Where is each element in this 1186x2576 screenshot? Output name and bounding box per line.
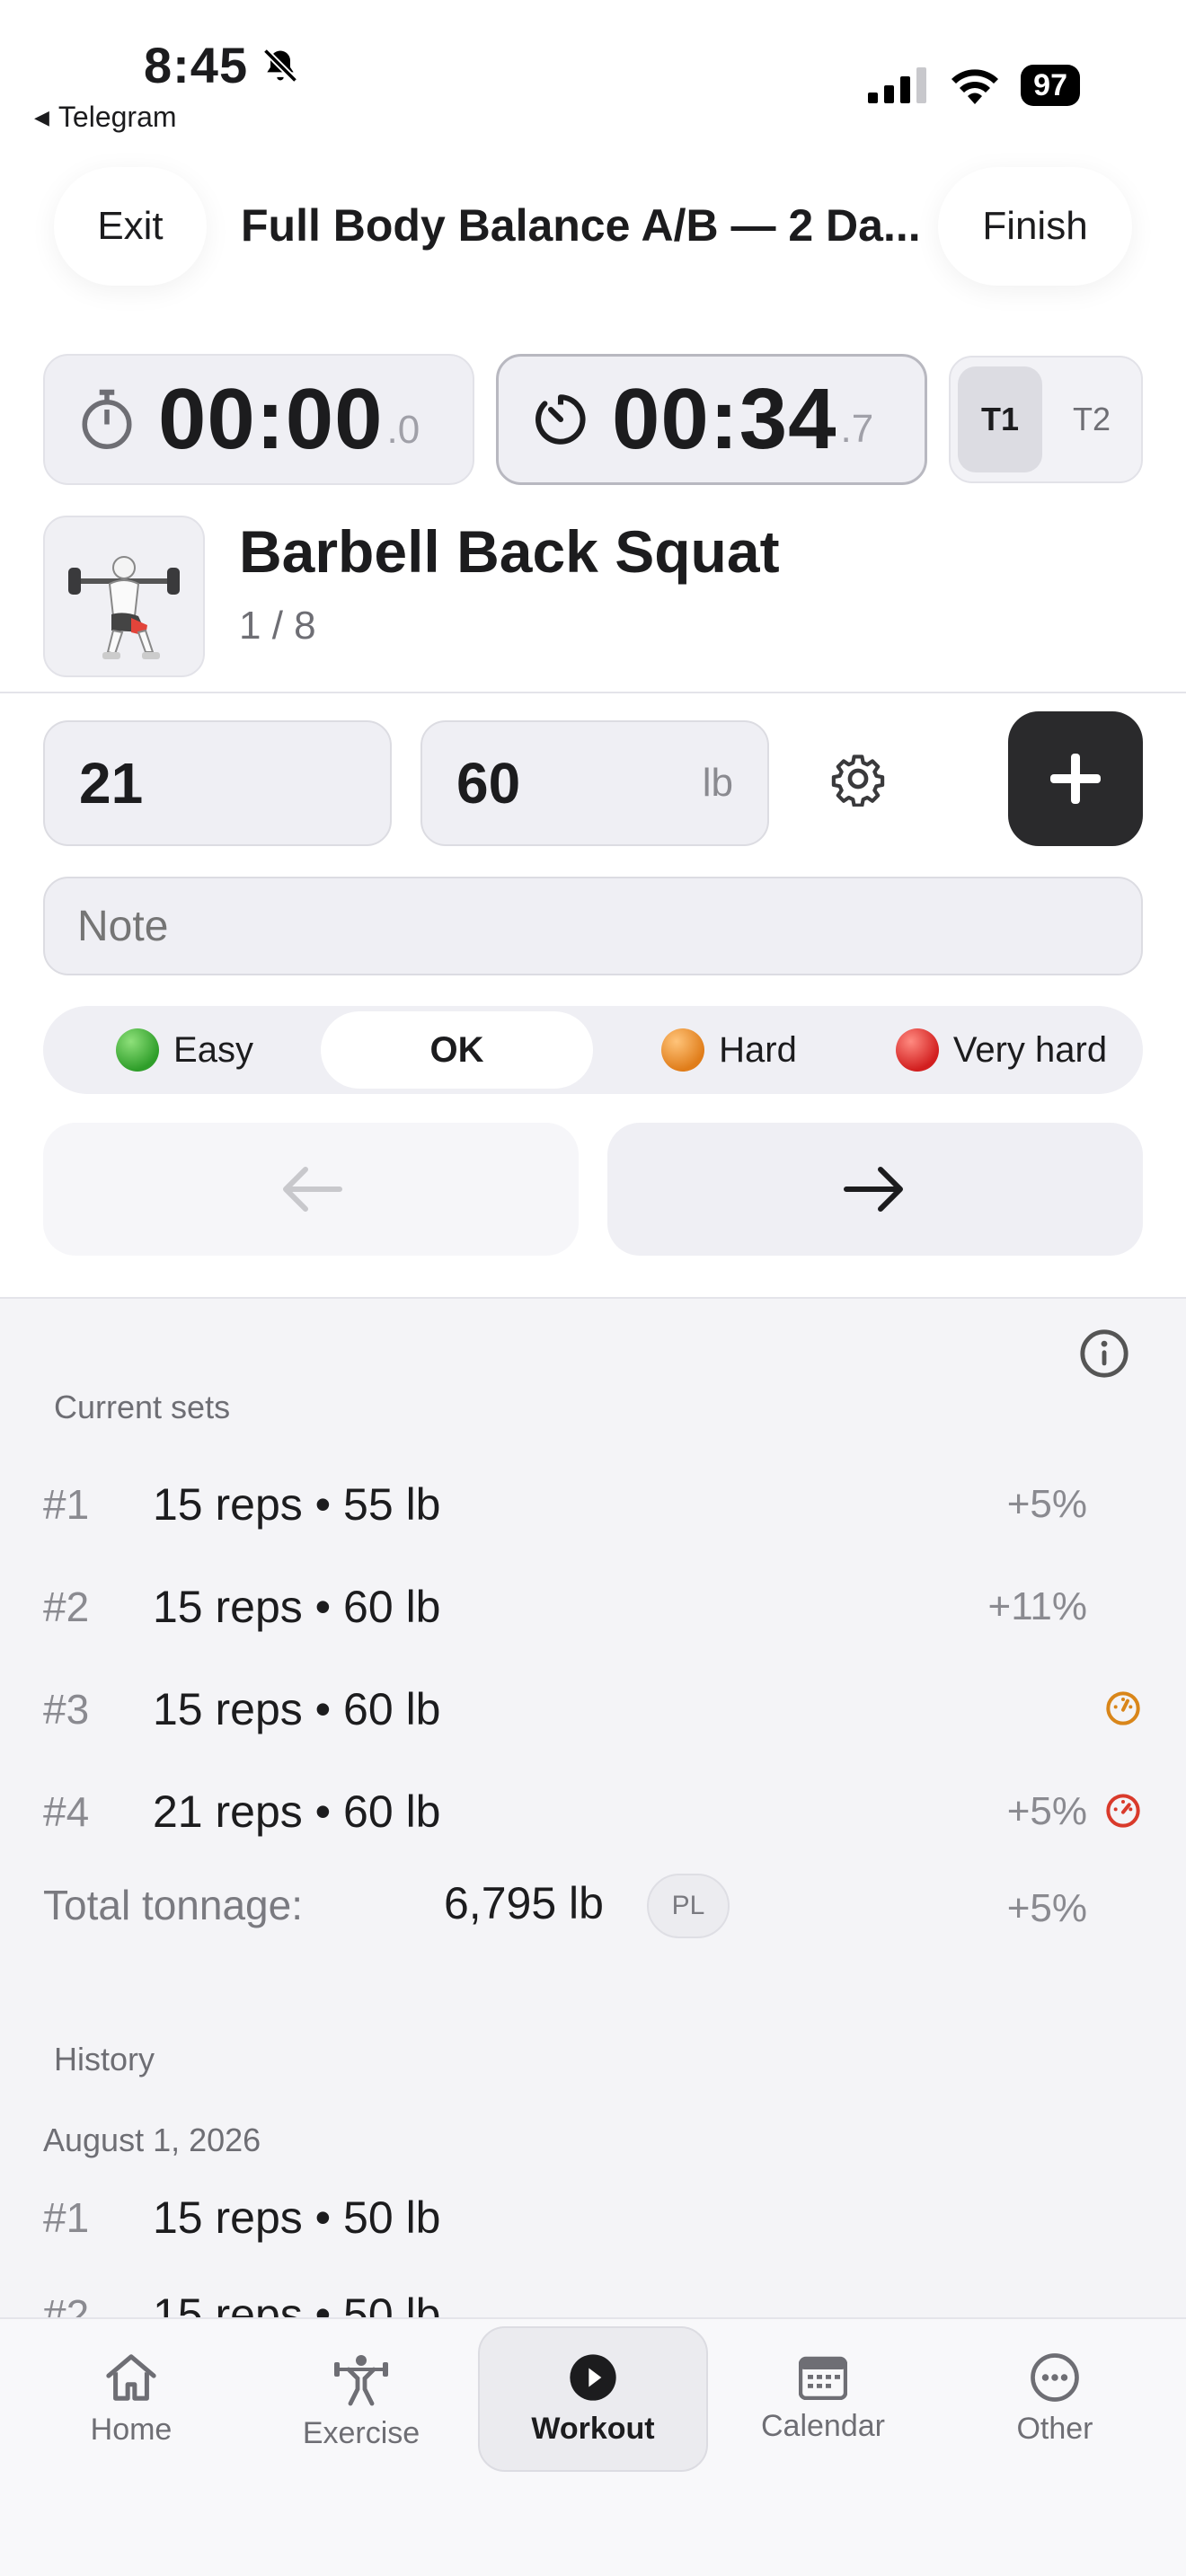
set-percent: +5% <box>1006 1789 1087 1833</box>
rest-timer-value: 00:34 <box>612 371 837 467</box>
difficulty-very-hard[interactable]: Very hard <box>865 1011 1137 1089</box>
info-icon[interactable] <box>1078 1328 1130 1380</box>
tab-other-label: Other <box>1016 2411 1093 2446</box>
exercise-progress: 1 / 8 <box>239 604 316 648</box>
weight-input[interactable]: 60 lb <box>420 720 769 846</box>
add-set-button[interactable] <box>1008 711 1143 846</box>
bell-muted-icon <box>263 48 298 83</box>
difficulty-selector: Easy OK Hard Very hard <box>43 1006 1143 1094</box>
gauge-very-hard-icon <box>1106 1794 1140 1828</box>
difficulty-easy[interactable]: Easy <box>49 1011 321 1089</box>
segment-t2[interactable]: T2 <box>1049 366 1134 472</box>
note-input[interactable] <box>43 877 1143 975</box>
plus-icon <box>1050 754 1101 804</box>
back-app-label: Telegram <box>58 101 177 133</box>
difficulty-ok-label: OK <box>429 1029 484 1070</box>
exercise-name[interactable]: Barbell Back Squat <box>239 517 780 586</box>
wifi-icon <box>951 69 999 104</box>
set-number: #2 <box>43 1584 90 1630</box>
set-number: #3 <box>43 1686 90 1733</box>
set-text: 15 reps • 55 lb <box>153 1479 441 1530</box>
home-icon <box>106 2353 156 2401</box>
set-number: #1 <box>43 1481 90 1528</box>
tab-calendar[interactable]: Calendar <box>708 2326 938 2472</box>
current-sets-label: Current sets <box>54 1389 231 1425</box>
reps-input[interactable]: 21 <box>43 720 392 846</box>
status-time: 8:45 <box>144 36 300 94</box>
back-to-app[interactable]: ◀ Telegram <box>34 101 177 134</box>
tab-exercise-label: Exercise <box>302 2415 420 2450</box>
squat-figure-icon <box>68 556 180 659</box>
reps-value: 21 <box>79 751 144 816</box>
tab-other[interactable]: Other <box>940 2326 1170 2472</box>
difficulty-easy-label: Easy <box>173 1029 253 1070</box>
set-percent: +5% <box>1006 1482 1087 1526</box>
total-tonnage-label: Total tonnage: <box>43 1882 304 1928</box>
tab-calendar-label: Calendar <box>761 2408 885 2443</box>
set-text: 15 reps • 60 lb <box>153 1684 441 1734</box>
tab-workout[interactable]: Workout <box>478 2326 708 2472</box>
difficulty-ok[interactable]: OK <box>321 1011 593 1089</box>
history-set-number: #1 <box>43 2194 90 2241</box>
battery-level: 97 <box>1033 67 1067 102</box>
set-number: #4 <box>43 1788 90 1835</box>
difficulty-hard[interactable]: Hard <box>593 1011 865 1089</box>
red-dot-icon <box>895 1028 939 1072</box>
divider <box>0 1297 1186 1299</box>
exercise-thumbnail[interactable] <box>43 516 205 677</box>
next-set-button[interactable] <box>607 1123 1143 1256</box>
divider <box>0 692 1186 693</box>
weight-value: 60 <box>456 751 521 816</box>
stopwatch-timer[interactable]: 00:00 .0 <box>43 354 474 485</box>
finish-label: Finish <box>982 204 1088 248</box>
gear-icon[interactable] <box>830 751 886 807</box>
total-tonnage-value: 6,795 lb <box>444 1878 604 1928</box>
exit-label: Exit <box>97 204 164 248</box>
finish-button[interactable]: Finish <box>938 167 1132 286</box>
status-indicators: 97 <box>868 65 1080 106</box>
history-date: August 1, 2026 <box>43 2122 261 2158</box>
orange-dot-icon <box>661 1028 705 1072</box>
total-tonnage-percent: +5% <box>1006 1886 1087 1930</box>
stopwatch-value: 00:00 <box>158 371 384 467</box>
weightlifter-icon <box>334 2354 388 2405</box>
back-triangle-icon: ◀ <box>34 105 49 128</box>
timer-icon <box>535 394 586 445</box>
timer-segment-control: T1 T2 <box>949 356 1143 483</box>
tab-home-label: Home <box>90 2412 173 2447</box>
green-dot-icon <box>116 1028 160 1072</box>
segment-t1[interactable]: T1 <box>958 366 1042 472</box>
history-label: History <box>54 2041 155 2078</box>
set-text: 21 reps • 60 lb <box>153 1786 441 1837</box>
history-set-text: 15 reps • 50 lb <box>153 2192 441 2243</box>
signal-icon <box>868 67 927 103</box>
tab-home[interactable]: Home <box>16 2326 246 2472</box>
arrow-left-icon <box>283 1167 342 1212</box>
set-text: 15 reps • 60 lb <box>153 1582 441 1632</box>
more-circle-icon <box>1031 2352 1079 2402</box>
stopwatch-icon <box>82 389 132 449</box>
set-percent: +11% <box>987 1584 1088 1628</box>
difficulty-very-hard-label: Very hard <box>952 1029 1108 1070</box>
rest-timer[interactable]: 00:34 .7 <box>496 354 927 485</box>
weight-unit: lb <box>702 761 733 805</box>
tab-workout-label: Workout <box>531 2411 655 2446</box>
pl-badge: PL <box>647 1874 730 1938</box>
exit-button[interactable]: Exit <box>54 167 207 286</box>
battery-indicator: 97 <box>1021 65 1080 106</box>
rest-timer-fraction: .7 <box>840 407 874 451</box>
status-time-text: 8:45 <box>144 37 249 93</box>
stopwatch-fraction: .0 <box>386 408 420 452</box>
previous-set-button[interactable] <box>43 1123 579 1256</box>
gauge-hard-icon <box>1106 1691 1140 1725</box>
arrow-right-icon <box>844 1167 903 1212</box>
tab-exercise[interactable]: Exercise <box>246 2326 476 2472</box>
calendar-icon <box>799 2356 847 2400</box>
play-circle-icon <box>570 2353 616 2401</box>
difficulty-hard-label: Hard <box>719 1029 797 1070</box>
workout-title: Full Body Balance A/B — 2 Da... <box>241 200 921 251</box>
